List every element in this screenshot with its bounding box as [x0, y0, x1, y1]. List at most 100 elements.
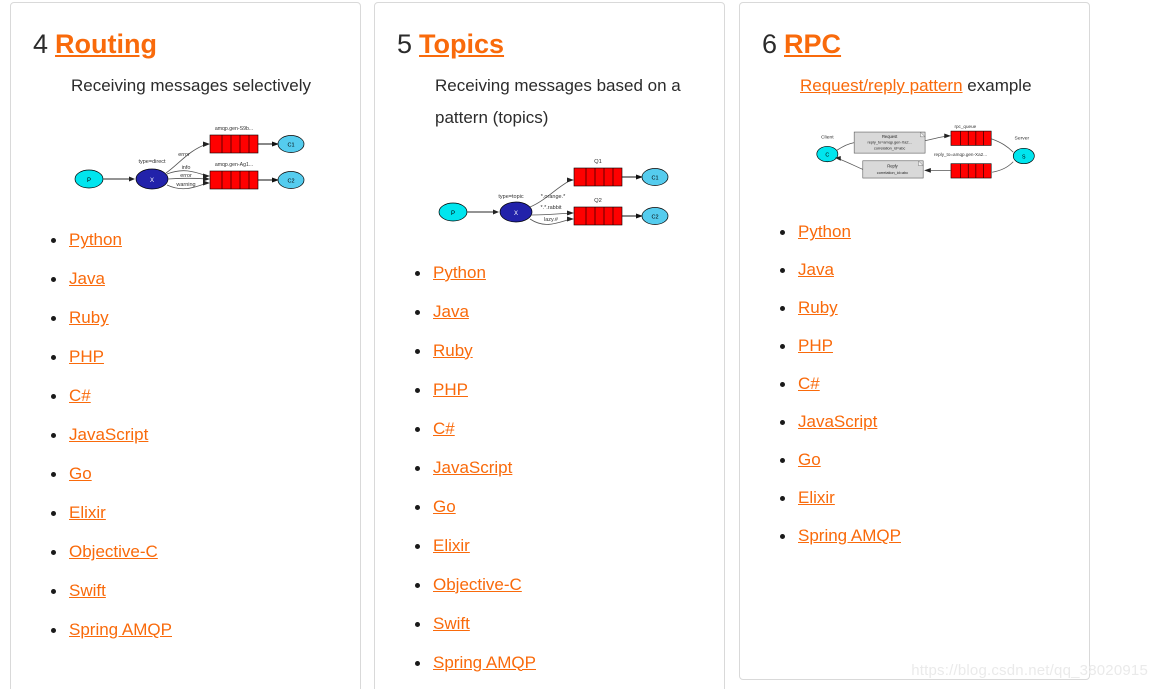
lang-link-php[interactable]: PHP — [69, 347, 104, 366]
topics-diagram: P X type=topic *.orange.* *.*.rabbit laz… — [438, 159, 669, 225]
card-routing: 4 Routing Receiving messages selectively … — [10, 2, 361, 689]
lang-link-ruby[interactable]: Ruby — [433, 341, 473, 360]
lang-link-csharp[interactable]: C# — [433, 419, 455, 438]
consumer-top-label: C1 — [651, 175, 658, 181]
list-item: JavaScript — [780, 412, 1067, 431]
list-item: Swift — [415, 614, 702, 633]
card-description: Receiving messages based on a pattern (t… — [435, 76, 681, 128]
list-item: Spring AMQP — [51, 620, 338, 639]
binding-key-b3: warning — [175, 182, 195, 188]
lang-link-ruby[interactable]: Ruby — [69, 308, 109, 327]
binding-key-top: error — [178, 152, 190, 158]
lang-link-go[interactable]: Go — [433, 497, 456, 516]
lang-link-csharp[interactable]: C# — [798, 374, 820, 393]
language-list-topics: Python Java Ruby PHP C# JavaScript Go El… — [397, 264, 702, 671]
card-topics: 5 Topics Receiving messages based on a pa… — [374, 2, 725, 689]
lang-link-go[interactable]: Go — [798, 450, 821, 469]
list-item: C# — [51, 386, 338, 405]
reply-queue-label: reply_to=amqp.gen-Xa2... — [934, 152, 987, 157]
lang-link-java[interactable]: Java — [433, 302, 469, 321]
card-rpc-content: 6 RPC Request/reply pattern example Clien… — [740, 3, 1089, 575]
lang-link-csharp[interactable]: C# — [69, 386, 91, 405]
rpc-queue-bottom — [950, 163, 992, 179]
lang-link-objective-c[interactable]: Objective-C — [69, 542, 158, 561]
list-item: PHP — [415, 380, 702, 399]
binding-key-b1: info — [182, 165, 191, 171]
card-number: 6 — [762, 29, 778, 59]
list-item: C# — [780, 374, 1067, 393]
list-item: Elixir — [51, 503, 338, 522]
edge-server-replyqueue — [992, 161, 1014, 173]
reply-title: Reply — [887, 164, 898, 169]
request-line2: correlation_id=abc — [874, 147, 905, 151]
lang-link-javascript[interactable]: JavaScript — [433, 458, 512, 477]
queue-bottom — [573, 206, 623, 225]
language-list-routing: Python Java Ruby PHP C# JavaScript Go El… — [33, 231, 338, 638]
lang-link-ruby[interactable]: Ruby — [798, 298, 838, 317]
list-item: JavaScript — [415, 458, 702, 477]
card-title-link[interactable]: Routing — [55, 29, 157, 59]
card-description-text: example — [967, 76, 1032, 95]
binding-key-b1: *.*.rabbit — [540, 205, 562, 211]
list-item: Objective-C — [51, 542, 338, 561]
card-description: Receiving messages selectively — [71, 76, 311, 95]
card-rpc-header: 6 RPC — [762, 31, 1067, 58]
list-item: Elixir — [780, 488, 1067, 507]
list-item: Go — [415, 497, 702, 516]
arrowhead — [567, 177, 574, 183]
lang-link-spring-amqp[interactable]: Spring AMQP — [798, 526, 901, 545]
list-item: PHP — [780, 336, 1067, 355]
binding-key-b2: lazy.# — [544, 217, 559, 223]
lang-link-java[interactable]: Java — [69, 269, 105, 288]
card-title-link[interactable]: Topics — [419, 29, 504, 59]
queue-top — [573, 167, 623, 186]
list-item: JavaScript — [51, 425, 338, 444]
rpc-queue-top — [950, 131, 992, 147]
lang-link-python[interactable]: Python — [433, 263, 486, 282]
lang-link-elixir[interactable]: Elixir — [798, 488, 835, 507]
exchange-label: X — [514, 211, 518, 217]
lang-link-elixir[interactable]: Elixir — [433, 536, 470, 555]
server-label: Server — [1015, 136, 1030, 142]
lang-link-python[interactable]: Python — [69, 230, 122, 249]
lang-link-javascript[interactable]: JavaScript — [798, 412, 877, 431]
arrowhead — [129, 176, 135, 182]
exchange-label: X — [150, 178, 154, 184]
watermark: https://blog.csdn.net/qq_38020915 — [911, 662, 1148, 679]
lang-link-php[interactable]: PHP — [798, 336, 833, 355]
queue-top-label: amqp.gen-S9b... — [215, 126, 253, 132]
lang-link-objective-c[interactable]: Objective-C — [433, 575, 522, 594]
binding-key-top: *.orange.* — [541, 194, 566, 200]
lang-link-php[interactable]: PHP — [433, 380, 468, 399]
card-routing-content: 4 Routing Receiving messages selectively … — [11, 3, 360, 670]
lang-link-go[interactable]: Go — [69, 464, 92, 483]
card-routing-header: 4 Routing — [33, 31, 338, 58]
lang-link-swift[interactable]: Swift — [433, 614, 470, 633]
card-title-link[interactable]: RPC — [784, 29, 841, 59]
lang-link-javascript[interactable]: JavaScript — [69, 425, 148, 444]
lang-link-python[interactable]: Python — [798, 222, 851, 241]
list-item: Ruby — [780, 298, 1067, 317]
client-label: Client — [821, 135, 834, 141]
edge-reply-client — [838, 158, 863, 171]
lang-link-swift[interactable]: Swift — [69, 581, 106, 600]
lang-link-java[interactable]: Java — [798, 260, 834, 279]
server-node-label: S — [1022, 155, 1026, 161]
card-topics-header: 5 Topics — [397, 31, 702, 58]
arrowhead — [203, 180, 210, 186]
arrowhead — [567, 210, 574, 216]
card-description-link[interactable]: Request/reply pattern — [800, 76, 963, 95]
client-node-label: C — [825, 153, 829, 159]
lang-link-spring-amqp[interactable]: Spring AMQP — [69, 620, 172, 639]
list-item: Go — [780, 450, 1067, 469]
queue-top-label: Q1 — [594, 159, 602, 165]
producer-label: P — [87, 178, 91, 184]
reply-line1: correlation_id=abc — [877, 172, 908, 176]
producer-label: P — [451, 211, 455, 217]
request-line1: reply_to=amqp.gen-Xa2... — [868, 141, 912, 145]
arrowhead — [493, 209, 499, 215]
list-item: Elixir — [415, 536, 702, 555]
lang-link-elixir[interactable]: Elixir — [69, 503, 106, 522]
lang-link-spring-amqp[interactable]: Spring AMQP — [433, 653, 536, 672]
list-item: Java — [415, 302, 702, 321]
